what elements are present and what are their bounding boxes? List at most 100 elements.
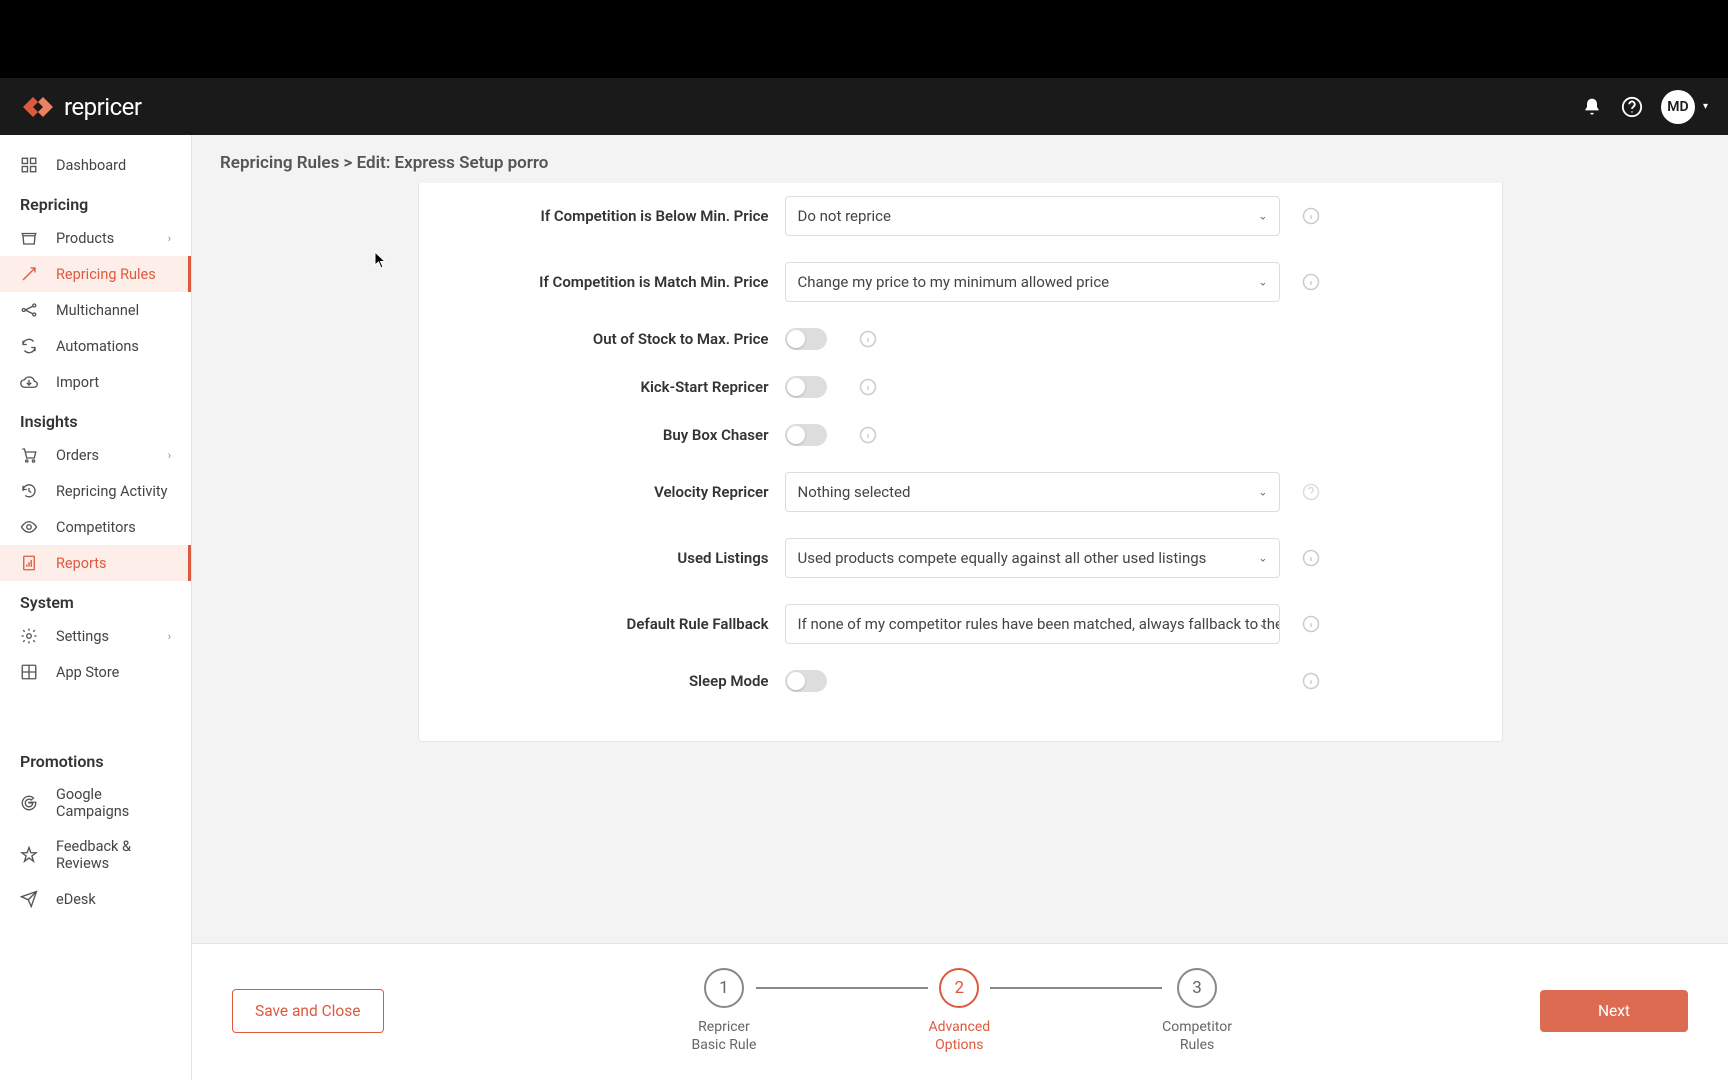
- sidebar-item-label: Repricing Rules: [56, 266, 156, 283]
- sidebar-item-edesk[interactable]: eDesk: [0, 881, 191, 917]
- browser-chrome-bar: [0, 0, 1728, 78]
- sidebar-item-reports[interactable]: Reports: [0, 545, 191, 581]
- settings-icon: [20, 627, 38, 645]
- step-3[interactable]: 3 Competitor Rules: [1162, 968, 1232, 1054]
- info-icon[interactable]: [859, 378, 877, 396]
- label-below-min: If Competition is Below Min. Price: [459, 207, 769, 225]
- select-match-min[interactable]: Change my price to my minimum allowed pr…: [785, 262, 1280, 302]
- select-velocity[interactable]: Nothing selected: [785, 472, 1280, 512]
- edesk-icon: [20, 890, 38, 908]
- sidebar-item-dashboard[interactable]: Dashboard: [0, 147, 191, 183]
- info-icon[interactable]: [1302, 549, 1320, 567]
- step-number: 3: [1177, 968, 1217, 1008]
- logo[interactable]: repricer: [20, 93, 142, 121]
- select-value: Used products compete equally against al…: [798, 549, 1207, 567]
- avatar[interactable]: MD: [1661, 90, 1695, 124]
- info-icon[interactable]: [1302, 273, 1320, 291]
- label-out-of-stock: Out of Stock to Max. Price: [459, 330, 769, 348]
- avatar-chevron-icon[interactable]: ▾: [1703, 101, 1708, 112]
- step-connector: [990, 987, 1162, 989]
- sidebar-item-label: Google Campaigns: [56, 786, 171, 820]
- activity-icon: [20, 482, 38, 500]
- sidebar: Dashboard Repricing Products › Repricing…: [0, 135, 192, 1080]
- step-label: Competitor Rules: [1162, 1018, 1232, 1054]
- sidebar-section-promotions: Promotions: [0, 740, 191, 777]
- select-value: If none of my competitor rules have been…: [798, 615, 1280, 633]
- stepper: 1 Repricer Basic Rule 2 Advanced Options…: [691, 968, 1231, 1054]
- sidebar-item-import[interactable]: Import: [0, 364, 191, 400]
- toggle-kick-start[interactable]: [785, 376, 827, 398]
- sidebar-item-repricing-rules[interactable]: Repricing Rules: [0, 256, 191, 292]
- sidebar-item-settings[interactable]: Settings ›: [0, 618, 191, 654]
- sidebar-item-multichannel[interactable]: Multichannel: [0, 292, 191, 328]
- form-card: If Competition is Below Min. Price Do no…: [418, 183, 1503, 742]
- sidebar-item-label: Dashboard: [56, 157, 126, 174]
- chevron-right-icon: ›: [168, 232, 171, 245]
- sidebar-item-feedback-reviews[interactable]: Feedback & Reviews: [0, 829, 191, 881]
- select-value: Change my price to my minimum allowed pr…: [798, 273, 1110, 291]
- select-used-listings[interactable]: Used products compete equally against al…: [785, 538, 1280, 578]
- competitors-icon: [20, 518, 38, 536]
- logo-icon: [20, 94, 56, 120]
- sidebar-item-competitors[interactable]: Competitors: [0, 509, 191, 545]
- breadcrumb: Repricing Rules > Edit: Express Setup po…: [192, 135, 1728, 183]
- info-icon[interactable]: [1302, 207, 1320, 225]
- sidebar-item-app-store[interactable]: App Store: [0, 654, 191, 690]
- sidebar-item-orders[interactable]: Orders ›: [0, 437, 191, 473]
- sidebar-item-label: App Store: [56, 664, 119, 681]
- logo-text: repricer: [64, 93, 142, 121]
- sidebar-item-label: Automations: [56, 338, 139, 355]
- import-icon: [20, 373, 38, 391]
- toggle-buy-box[interactable]: [785, 424, 827, 446]
- app-store-icon: [20, 663, 38, 681]
- sidebar-section-repricing: Repricing: [0, 183, 191, 220]
- info-icon[interactable]: [859, 330, 877, 348]
- sidebar-item-label: Repricing Activity: [56, 483, 168, 500]
- label-match-min: If Competition is Match Min. Price: [459, 273, 769, 291]
- sidebar-item-google-campaigns[interactable]: Google Campaigns: [0, 777, 191, 829]
- multichannel-icon: [20, 301, 38, 319]
- label-velocity: Velocity Repricer: [459, 483, 769, 501]
- sidebar-item-products[interactable]: Products ›: [0, 220, 191, 256]
- sidebar-section-system: System: [0, 581, 191, 618]
- orders-icon: [20, 446, 38, 464]
- reports-icon: [20, 554, 38, 572]
- step-label: Repricer Basic Rule: [691, 1018, 756, 1054]
- info-icon[interactable]: [1302, 672, 1320, 690]
- label-buy-box: Buy Box Chaser: [459, 426, 769, 444]
- toggle-sleep-mode[interactable]: [785, 670, 827, 692]
- sidebar-item-label: eDesk: [56, 891, 96, 908]
- sidebar-item-label: Settings: [56, 628, 109, 645]
- star-icon: [20, 846, 38, 864]
- step-2[interactable]: 2 Advanced Options: [928, 968, 990, 1054]
- info-icon[interactable]: [1302, 615, 1320, 633]
- sidebar-item-label: Import: [56, 374, 99, 391]
- automations-icon: [20, 337, 38, 355]
- sidebar-item-label: Multichannel: [56, 302, 139, 319]
- help-icon[interactable]: [1621, 96, 1643, 118]
- chevron-right-icon: ›: [168, 449, 171, 462]
- info-icon[interactable]: [859, 426, 877, 444]
- dashboard-icon: [20, 156, 38, 174]
- sidebar-section-insights: Insights: [0, 400, 191, 437]
- select-fallback[interactable]: If none of my competitor rules have been…: [785, 604, 1280, 644]
- save-and-close-button[interactable]: Save and Close: [232, 989, 384, 1033]
- select-value: Do not reprice: [798, 207, 891, 225]
- select-below-min[interactable]: Do not reprice: [785, 196, 1280, 236]
- label-fallback: Default Rule Fallback: [459, 615, 769, 633]
- step-1[interactable]: 1 Repricer Basic Rule: [691, 968, 756, 1054]
- notifications-icon[interactable]: [1581, 96, 1603, 118]
- sidebar-item-label: Competitors: [56, 519, 136, 536]
- next-button[interactable]: Next: [1540, 990, 1688, 1032]
- sidebar-item-label: Products: [56, 230, 114, 247]
- footer: Save and Close 1 Repricer Basic Rule 2 A…: [192, 943, 1728, 1080]
- label-used-listings: Used Listings: [459, 549, 769, 567]
- sidebar-item-label: Feedback & Reviews: [56, 838, 171, 872]
- sidebar-item-repricing-activity[interactable]: Repricing Activity: [0, 473, 191, 509]
- rules-icon: [20, 265, 38, 283]
- help-hint-icon[interactable]: [1302, 483, 1320, 501]
- app-header: repricer MD ▾: [0, 78, 1728, 135]
- sidebar-item-automations[interactable]: Automations: [0, 328, 191, 364]
- toggle-out-of-stock[interactable]: [785, 328, 827, 350]
- step-connector: [756, 987, 928, 989]
